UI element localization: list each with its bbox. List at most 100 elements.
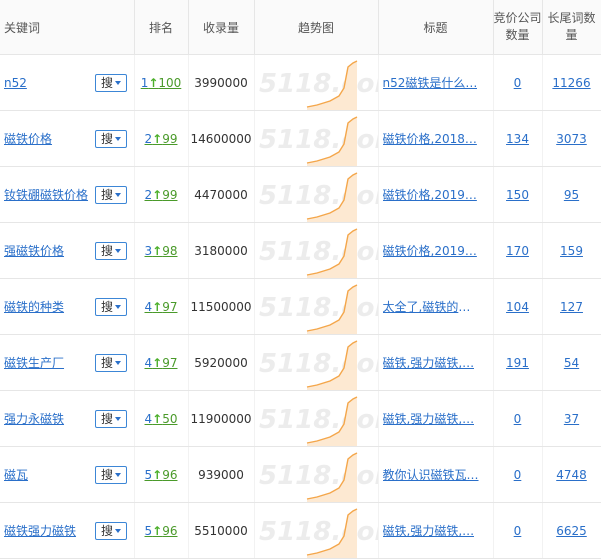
search-dropdown-button[interactable]: 搜 <box>95 298 127 316</box>
rank-link[interactable]: 2↑99 <box>145 132 178 146</box>
index-cell: 14600000 <box>188 110 255 167</box>
rank-link[interactable]: 1↑100 <box>141 76 182 90</box>
rank-link[interactable]: 4↑97 <box>145 300 178 314</box>
title-link[interactable]: 磁铁价格,2018… <box>383 130 477 147</box>
header-trend: 趋势图 <box>254 0 379 55</box>
rank-cell: 4↑97 <box>134 334 189 391</box>
longtail-link[interactable]: 127 <box>560 300 583 314</box>
longtail-link[interactable]: 4748 <box>556 468 587 482</box>
search-label: 搜 <box>100 76 113 90</box>
longtail-cell: 95 <box>542 166 601 223</box>
bid-link[interactable]: 134 <box>506 132 529 146</box>
header-rank[interactable]: 排名 <box>134 0 189 55</box>
keyword-cell: 磁瓦 搜 <box>0 446 135 503</box>
bid-link[interactable]: 0 <box>514 76 522 90</box>
longtail-link[interactable]: 6625 <box>556 524 587 538</box>
header-longtail-label: 长尾词数量 <box>547 11 596 42</box>
title-link[interactable]: 磁铁,强力磁铁,… <box>383 522 475 539</box>
header-longtail[interactable]: 长尾词数量 <box>542 0 601 55</box>
title-link[interactable]: 磁铁价格,2019… <box>383 186 477 203</box>
caret-down-icon <box>115 417 121 421</box>
index-cell: 3990000 <box>188 54 255 111</box>
longtail-link[interactable]: 95 <box>564 188 579 202</box>
watermark-text: 5118.com <box>259 405 379 435</box>
keyword-link[interactable]: 磁铁生产厂 <box>4 356 64 370</box>
trend-chart[interactable]: 5118.com <box>254 110 379 167</box>
keyword-link[interactable]: 磁铁的种类 <box>4 300 64 314</box>
bid-cell: 104 <box>493 278 543 335</box>
watermark-text: 5118.com <box>259 237 379 267</box>
rank-link[interactable]: 2↑99 <box>145 188 178 202</box>
title-cell: 磁铁价格,2019… <box>378 166 494 223</box>
rank-link[interactable]: 5↑96 <box>145 468 178 482</box>
rank-link[interactable]: 3↑98 <box>145 244 178 258</box>
title-link[interactable]: 太全了,磁铁的种… <box>383 298 479 315</box>
table-row: 强力永磁铁 搜 4↑50 11900000 5118.com 磁铁,强力磁铁,…… <box>0 390 601 447</box>
longtail-cell: 127 <box>542 278 601 335</box>
caret-down-icon <box>115 193 121 197</box>
search-dropdown-button[interactable]: 搜 <box>95 354 127 372</box>
rank-cell: 4↑97 <box>134 278 189 335</box>
title-link[interactable]: n52磁铁是什么… <box>383 74 478 91</box>
bid-link[interactable]: 0 <box>514 468 522 482</box>
header-keyword[interactable]: 关键词 <box>0 0 135 55</box>
keyword-link[interactable]: 磁瓦 <box>4 468 28 482</box>
title-cell: 磁铁,强力磁铁,… <box>378 334 494 391</box>
trend-chart[interactable]: 5118.com <box>254 390 379 447</box>
rank-link[interactable]: 4↑97 <box>145 356 178 370</box>
rank-score: 97 <box>162 299 178 314</box>
trend-chart[interactable]: 5118.com <box>254 222 379 279</box>
table-row: 磁铁价格 搜 2↑99 14600000 5118.com 磁铁价格,2018…… <box>0 110 601 167</box>
trend-chart[interactable]: 5118.com <box>254 278 379 335</box>
trend-chart[interactable]: 5118.com <box>254 166 379 223</box>
longtail-cell: 54 <box>542 334 601 391</box>
search-dropdown-button[interactable]: 搜 <box>95 466 127 484</box>
title-cell: 磁铁,强力磁铁,… <box>378 502 494 559</box>
keyword-link[interactable]: 强力永磁铁 <box>4 412 64 426</box>
search-label: 搜 <box>100 524 113 538</box>
rank-link[interactable]: 4↑50 <box>145 412 178 426</box>
arrow-up-icon: ↑ <box>152 523 163 538</box>
keyword-link[interactable]: 磁铁强力磁铁 <box>4 524 76 538</box>
keyword-link[interactable]: 磁铁价格 <box>4 132 52 146</box>
bid-link[interactable]: 104 <box>506 300 529 314</box>
longtail-link[interactable]: 54 <box>564 356 579 370</box>
rank-cell: 5↑96 <box>134 502 189 559</box>
title-link[interactable]: 教你认识磁铁瓦… <box>383 466 479 483</box>
longtail-link[interactable]: 159 <box>560 244 583 258</box>
bid-link[interactable]: 0 <box>514 524 522 538</box>
longtail-link[interactable]: 3073 <box>556 132 587 146</box>
keyword-link[interactable]: 钕铁硼磁铁价格 <box>4 188 88 202</box>
search-dropdown-button[interactable]: 搜 <box>95 74 127 92</box>
bid-link[interactable]: 191 <box>506 356 529 370</box>
arrow-up-icon: ↑ <box>152 131 163 146</box>
bid-link[interactable]: 170 <box>506 244 529 258</box>
title-link[interactable]: 磁铁价格,2019… <box>383 242 477 259</box>
bid-link[interactable]: 0 <box>514 412 522 426</box>
bid-cell: 150 <box>493 166 543 223</box>
keyword-link[interactable]: 强磁铁价格 <box>4 244 64 258</box>
trend-chart[interactable]: 5118.com <box>254 502 379 559</box>
trend-chart[interactable]: 5118.com <box>254 334 379 391</box>
search-dropdown-button[interactable]: 搜 <box>95 522 127 540</box>
rank-link[interactable]: 5↑96 <box>145 524 178 538</box>
search-dropdown-button[interactable]: 搜 <box>95 186 127 204</box>
search-dropdown-button[interactable]: 搜 <box>95 130 127 148</box>
header-index[interactable]: 收录量 <box>188 0 255 55</box>
search-dropdown-button[interactable]: 搜 <box>95 410 127 428</box>
bid-link[interactable]: 150 <box>506 188 529 202</box>
trend-chart-svg: 5118.com <box>259 60 377 110</box>
keyword-link[interactable]: n52 <box>4 76 27 90</box>
header-bid[interactable]: 竞价公司数量 <box>493 0 543 55</box>
title-link[interactable]: 磁铁,强力磁铁,… <box>383 410 475 427</box>
bid-cell: 0 <box>493 54 543 111</box>
rank-value: 3 <box>144 243 153 258</box>
trend-chart[interactable]: 5118.com <box>254 54 379 111</box>
arrow-up-icon: ↑ <box>152 355 163 370</box>
trend-chart[interactable]: 5118.com <box>254 446 379 503</box>
title-link[interactable]: 磁铁,强力磁铁,… <box>383 354 475 371</box>
longtail-link[interactable]: 11266 <box>552 76 590 90</box>
longtail-link[interactable]: 37 <box>564 412 579 426</box>
search-dropdown-button[interactable]: 搜 <box>95 242 127 260</box>
rank-value: 5 <box>144 523 153 538</box>
